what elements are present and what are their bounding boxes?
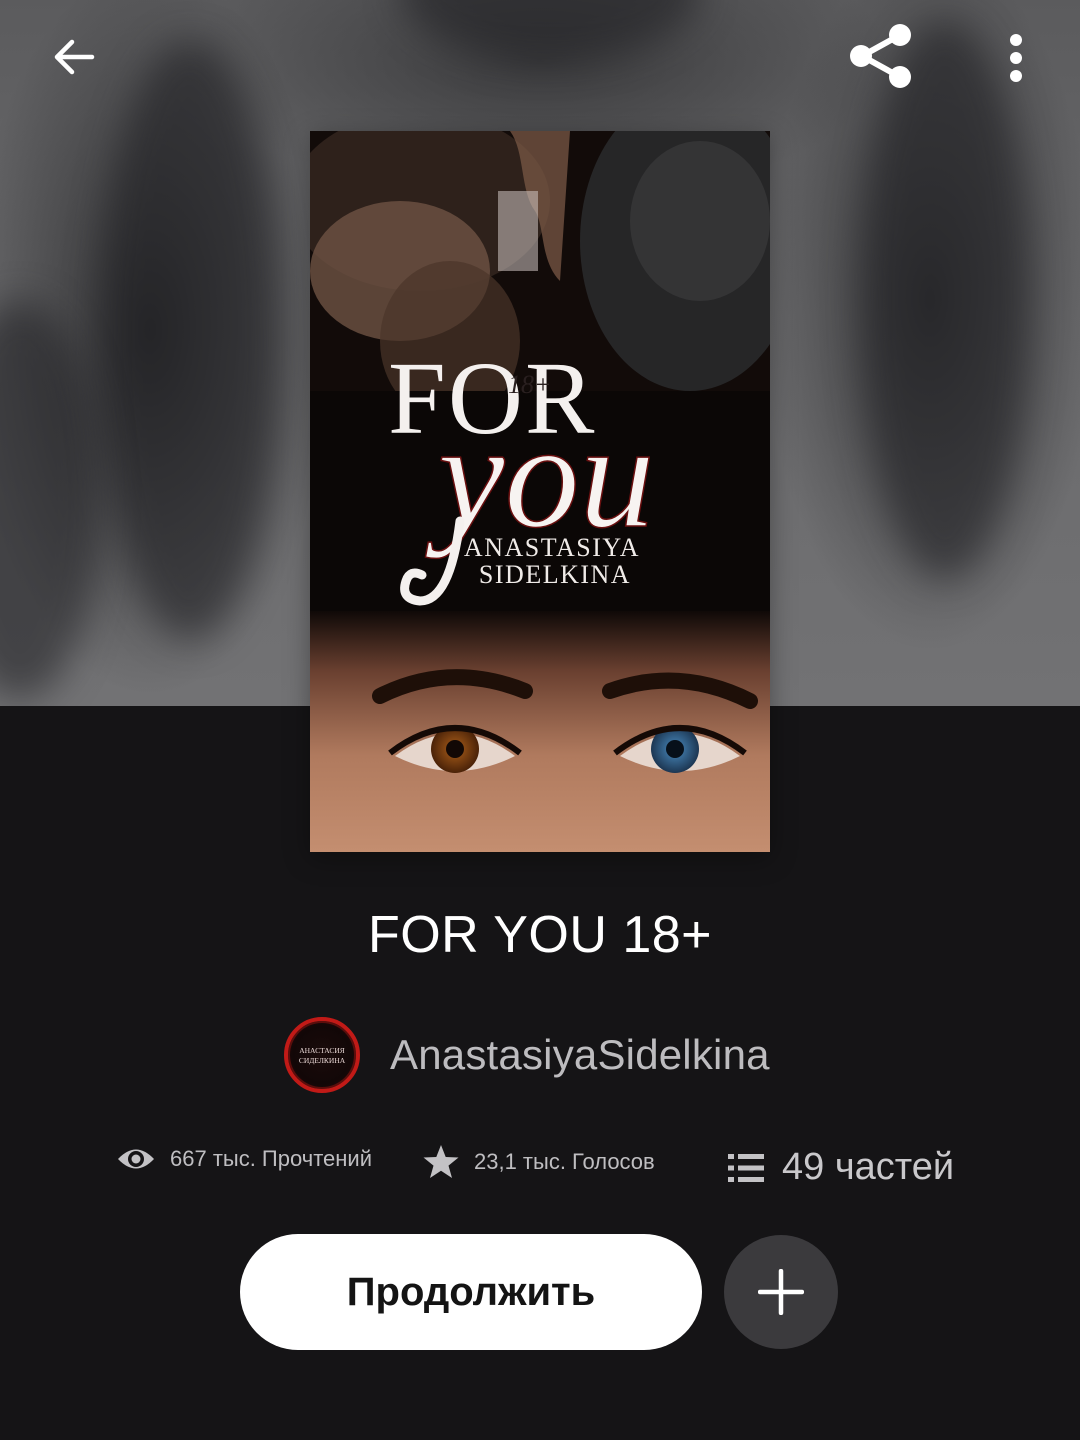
reads-count: 667 тыс. Прочтений xyxy=(170,1146,372,1171)
cover-author-line-1: ANASTASIYA xyxy=(464,533,640,562)
eye-icon xyxy=(118,1149,154,1169)
book-cover[interactable]: FOR 18+ you ANASTASIYA SIDELKINA xyxy=(310,131,770,852)
book-title: FOR YOU 18+ xyxy=(367,906,713,964)
author-avatar[interactable]: АНАСТАСИЯ СИДЕЛКИНА xyxy=(284,1017,360,1093)
share-button[interactable] xyxy=(840,18,920,94)
stat-votes: 23,1 тыс. Голосов xyxy=(422,1144,655,1180)
arrow-left-icon xyxy=(54,39,95,75)
more-vertical-icon xyxy=(1010,34,1022,82)
votes-count: 23,1 тыс. Голосов xyxy=(474,1149,655,1174)
author-name[interactable]: AnastasiyaSidelkina xyxy=(390,1031,770,1079)
book-stats: 667 тыс. Прочтений 23,1 тыс. Голосов 49 … xyxy=(0,1140,1080,1196)
plus-icon xyxy=(758,1269,804,1315)
avatar-text-1: АНАСТАСИЯ xyxy=(299,1046,345,1055)
back-button[interactable] xyxy=(36,24,112,90)
stat-parts[interactable]: 49 частей xyxy=(726,1146,954,1189)
continue-reading-button[interactable]: Продолжить xyxy=(240,1234,702,1350)
parts-count: 49 частей xyxy=(782,1146,955,1188)
share-icon xyxy=(850,24,911,88)
add-to-library-button[interactable] xyxy=(724,1235,838,1349)
more-options-button[interactable] xyxy=(990,22,1042,94)
star-icon xyxy=(423,1145,459,1178)
author-row[interactable]: АНАСТАСИЯ СИДЕЛКИНА AnastasiyaSidelkina xyxy=(284,1016,770,1094)
avatar-text-2: СИДЕЛКИНА xyxy=(299,1056,346,1065)
stat-reads: 667 тыс. Прочтений xyxy=(116,1144,372,1174)
list-icon xyxy=(728,1153,764,1182)
cover-author-line-2: SIDELKINA xyxy=(479,560,631,589)
